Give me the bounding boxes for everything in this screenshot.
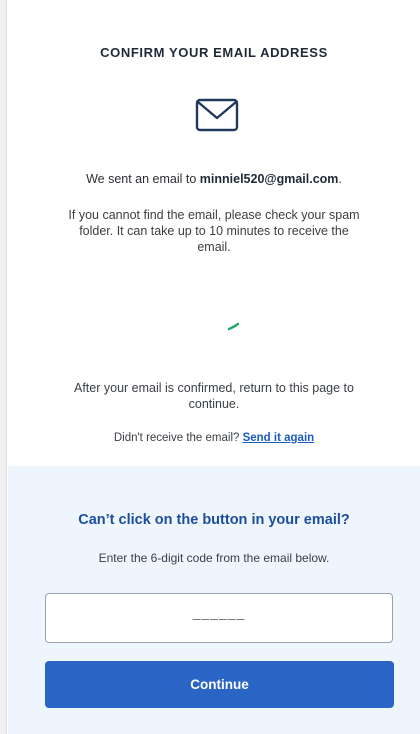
verification-code-input[interactable] xyxy=(45,593,393,643)
sent-prefix: We sent an email to xyxy=(86,172,200,186)
sent-suffix: . xyxy=(338,172,342,186)
resend-prompt: Didn't receive the email? xyxy=(113,432,243,444)
window-left-edge xyxy=(0,0,7,734)
confirmation-panel: CONFIRM YOUR EMAIL ADDRESS We sent an em… xyxy=(8,0,420,466)
send-again-link[interactable]: Send it again xyxy=(243,432,315,444)
loading-spinner-icon xyxy=(227,322,240,331)
envelope-icon xyxy=(195,98,239,132)
code-entry-panel: Can’t click on the button in your email?… xyxy=(8,466,420,734)
email-address: minniel520@gmail.com xyxy=(199,172,339,186)
code-section-heading: Can’t click on the button in your email? xyxy=(78,512,350,528)
page-title: CONFIRM YOUR EMAIL ADDRESS xyxy=(100,45,328,60)
confirm-email-card: CONFIRM YOUR EMAIL ADDRESS We sent an em… xyxy=(8,0,420,734)
continue-button[interactable]: Continue xyxy=(45,661,394,708)
resend-row: Didn't receive the email? Send it again xyxy=(8,432,420,444)
after-confirm-message: After your email is confirmed, return to… xyxy=(74,381,354,411)
sent-email-message: We sent an email to minniel520@gmail.com… xyxy=(8,172,420,186)
code-instruction: Enter the 6-digit code from the email be… xyxy=(98,551,330,565)
spam-folder-info: If you cannot find the email, please che… xyxy=(68,208,360,254)
